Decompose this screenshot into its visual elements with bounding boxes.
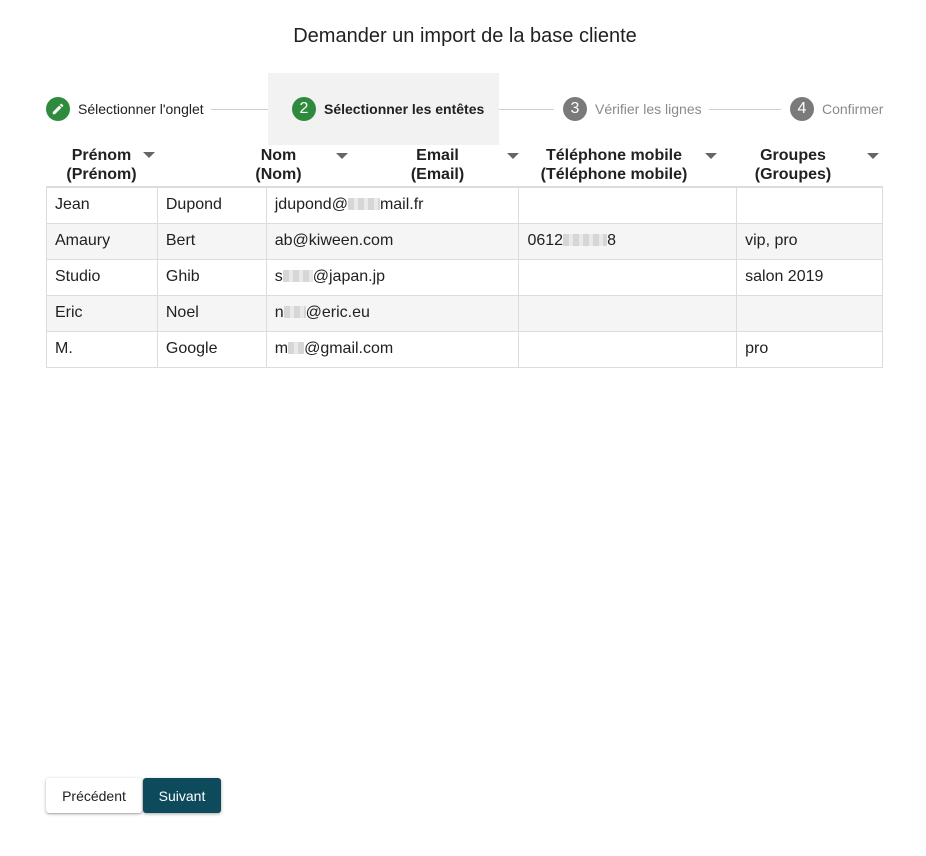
column-title: Téléphone mobile	[545, 147, 682, 164]
table-row: Studio Ghib s @japan.jp salon 2019	[46, 258, 883, 296]
column-subtitle: (Groupes)	[754, 166, 832, 183]
page-title: Demander un import de la base cliente	[293, 25, 637, 47]
cell-email: s @japan.jp	[265, 258, 520, 296]
cell-nom: Google	[156, 330, 267, 368]
column-title: Email	[416, 147, 459, 164]
preview-table: Jean Dupond jdupond@ mail.fr Amaury Bert …	[46, 186, 883, 368]
column-subtitle: (Téléphone mobile)	[540, 166, 688, 183]
table-row: M. Google m @gmail.com pro	[46, 330, 883, 368]
step-number: 2	[292, 97, 316, 121]
column-header-groupes[interactable]: Groupes (Groupes)	[737, 146, 849, 186]
step-label: Sélectionner l'onglet	[78, 101, 204, 117]
redacted-text	[283, 306, 306, 318]
step-connector	[499, 109, 554, 110]
step-select-headers[interactable]: 2 Sélectionner les entêtes	[268, 73, 499, 145]
step-label: Vérifier les lignes	[595, 101, 702, 117]
table-row: Amaury Bert ab@kiween.com 0612 8 vip, pro	[46, 222, 883, 260]
dropdown-arrow-icon[interactable]	[705, 153, 717, 159]
cell-email: ab@kiween.com	[265, 222, 520, 260]
column-title: Groupes	[760, 147, 826, 164]
cell-phone	[518, 258, 738, 296]
cell-email: n @eric.eu	[265, 294, 520, 332]
step-connector	[211, 109, 268, 110]
column-header-email[interactable]: Email (Email)	[360, 146, 515, 186]
redacted-text	[563, 234, 608, 246]
cell-nom: Ghib	[156, 258, 267, 296]
cell-prenom: Amaury	[46, 222, 158, 260]
column-title: Nom	[260, 147, 297, 164]
cell-groupes	[736, 186, 883, 224]
step-verify-rows[interactable]: 3 Vérifier les lignes	[563, 73, 702, 145]
step-label: Sélectionner les entêtes	[324, 101, 485, 117]
table-row: Jean Dupond jdupond@ mail.fr	[46, 186, 883, 224]
cell-prenom: Jean	[46, 186, 158, 224]
previous-button[interactable]: Précédent	[46, 778, 142, 813]
dropdown-arrow-icon[interactable]	[867, 153, 879, 159]
cell-nom: Dupond	[156, 186, 267, 224]
stepper: Sélectionner l'onglet 2 Sélectionner les…	[0, 73, 926, 145]
dropdown-arrow-icon[interactable]	[143, 152, 155, 158]
dropdown-arrow-icon[interactable]	[507, 153, 519, 159]
step-confirm[interactable]: 4 Confirmer	[790, 73, 883, 145]
redacted-text	[282, 270, 313, 282]
column-header-prenom[interactable]: Prénom (Prénom)	[46, 146, 157, 186]
column-header-telephone[interactable]: Téléphone mobile (Téléphone mobile)	[519, 146, 709, 186]
column-subtitle: (Prénom)	[66, 166, 137, 183]
column-subtitle: (Email)	[410, 166, 465, 183]
pencil-icon	[46, 97, 70, 121]
cell-phone	[518, 186, 738, 224]
column-title: Prénom	[71, 147, 132, 164]
step-label: Confirmer	[822, 101, 884, 117]
cell-nom: Noel	[156, 294, 267, 332]
redacted-text	[347, 198, 380, 211]
step-number: 3	[563, 97, 587, 121]
step-select-tab[interactable]: Sélectionner l'onglet	[46, 73, 204, 145]
cell-groupes	[736, 294, 883, 332]
next-button[interactable]: Suivant	[143, 778, 221, 813]
cell-groupes: vip, pro	[736, 222, 883, 260]
cell-email: jdupond@ mail.fr	[265, 186, 520, 224]
cell-phone: 0612 8	[518, 222, 738, 260]
cell-email: m @gmail.com	[265, 330, 520, 368]
cell-prenom: Eric	[46, 294, 158, 332]
cell-nom: Bert	[156, 222, 267, 260]
cell-phone	[518, 294, 738, 332]
dropdown-arrow-icon[interactable]	[336, 153, 348, 159]
table-row: Eric Noel n @eric.eu	[46, 294, 883, 332]
cell-prenom: Studio	[46, 258, 158, 296]
step-number: 4	[790, 97, 814, 121]
cell-groupes: salon 2019	[736, 258, 883, 296]
column-subtitle: (Nom)	[255, 166, 302, 183]
cell-phone	[518, 330, 738, 368]
step-connector	[709, 109, 781, 110]
cell-prenom: M.	[46, 330, 158, 368]
cell-groupes: pro	[736, 330, 883, 368]
redacted-text	[288, 342, 305, 354]
